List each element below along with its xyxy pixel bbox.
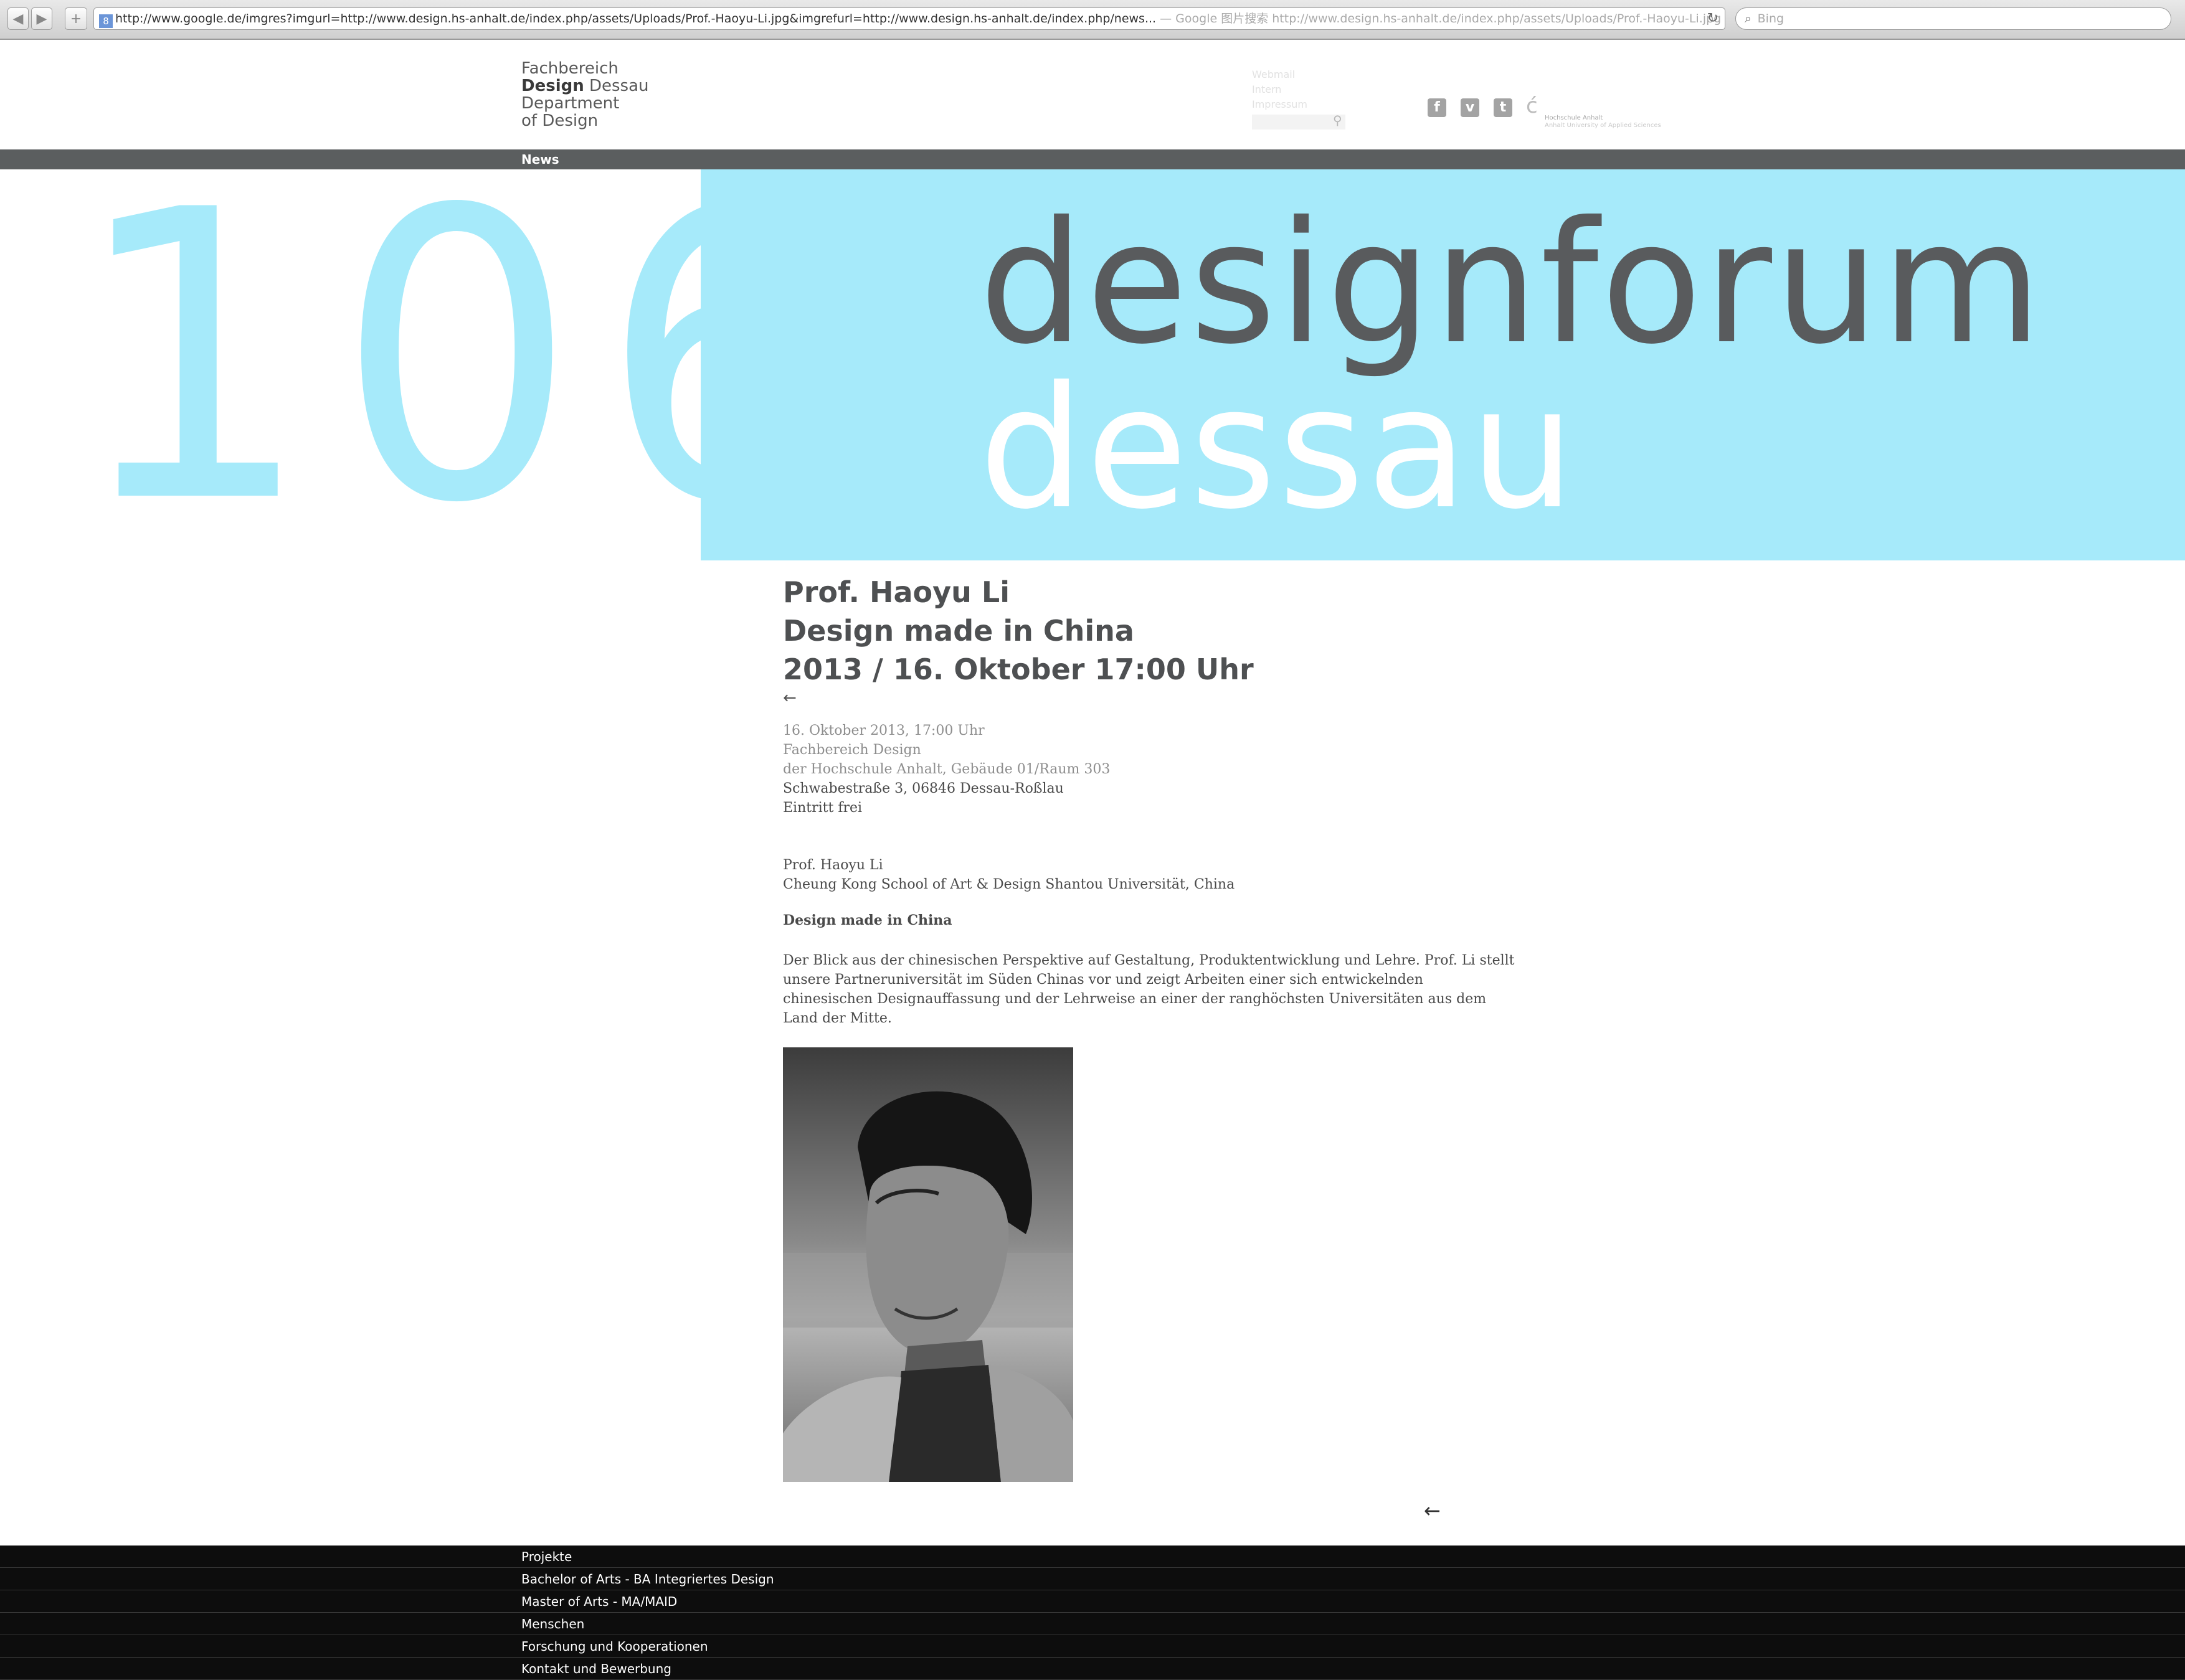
- event-address: Schwabestraße 3, 06846 Dessau-Roßlau: [783, 781, 1064, 796]
- url-text: http://www.google.de/imgres?imgurl=http:…: [115, 12, 1157, 26]
- speaker-portrait-photo: [783, 1047, 1073, 1482]
- event-admission: Eintritt frei: [783, 800, 863, 816]
- footer-item-bachelor[interactable]: Bachelor of Arts - BA Integriertes Desig…: [0, 1568, 2185, 1590]
- hochschule-subtitle: Anhalt University of Applied Sciences: [1545, 122, 1661, 129]
- new-tab-button[interactable]: +: [65, 7, 87, 30]
- browser-toolbar: ◀ ▶ + 8 http://www.google.de/imgres?imgur…: [0, 0, 2185, 40]
- hochschule-logo-icon[interactable]: ć: [1526, 93, 1538, 118]
- article-header: Prof. Haoyu Li Design made in China 2013…: [783, 573, 1468, 707]
- body-line: Der Blick aus der chinesischen Perspekti…: [783, 953, 1515, 968]
- webmail-link[interactable]: Webmail: [1252, 67, 1307, 82]
- favicon-icon: 8: [99, 14, 113, 28]
- event-room: der Hochschule Anhalt, Gebäude 01/Raum 3…: [783, 762, 1111, 777]
- body-line: unsere Partneruniversität im Süden China…: [783, 972, 1423, 988]
- hochschule-name: Hochschule Anhalt Anhalt University of A…: [1545, 115, 1661, 130]
- talk-title: Design made in China: [783, 912, 952, 928]
- article-body: Der Blick aus der chinesischen Perspekti…: [783, 951, 1515, 1028]
- event-date: 16. Oktober 2013, 17:00 Uhr: [783, 723, 985, 739]
- footer-item-forschung[interactable]: Forschung und Kooperationen: [0, 1635, 2185, 1658]
- event-department: Fachbereich Design: [783, 742, 921, 758]
- site-search-input[interactable]: [1252, 115, 1345, 130]
- body-line: chinesischen Designauffassung und der Le…: [783, 991, 1487, 1007]
- intern-link[interactable]: Intern: [1252, 82, 1307, 97]
- back-arrow-icon[interactable]: ←: [783, 689, 1468, 707]
- hero-title-dessau: dessau: [979, 350, 1577, 546]
- site-search-icon[interactable]: ⚲: [1333, 113, 1342, 128]
- headline-line-1: Prof. Haoyu Li: [783, 575, 1010, 609]
- footer-item-projekte[interactable]: Projekte: [0, 1546, 2185, 1568]
- reload-icon[interactable]: ↻: [1707, 8, 1718, 29]
- speaker-name: Prof. Haoyu Li: [783, 857, 883, 873]
- hochschule-title: Hochschule Anhalt: [1545, 115, 1603, 121]
- footer-item-master[interactable]: Master of Arts - MA/MAID: [0, 1590, 2185, 1613]
- forward-button[interactable]: ▶: [31, 7, 52, 30]
- browser-search-field[interactable]: ⌕ Bing: [1735, 7, 2171, 30]
- site-logo[interactable]: Fachbereich Design Dessau Department of …: [521, 60, 649, 130]
- url-separator: —: [1156, 12, 1176, 26]
- event-details: 16. Oktober 2013, 17:00 Uhr Fachbereich …: [783, 721, 1110, 818]
- footer-item-menschen[interactable]: Menschen: [0, 1613, 2185, 1635]
- footer-nav: Projekte Bachelor of Arts - BA Integrier…: [0, 1546, 2185, 1680]
- logo-line-2: Design Dessau: [521, 77, 649, 95]
- footer-item-kontakt[interactable]: Kontakt und Bewerbung: [0, 1658, 2185, 1680]
- impressum-link[interactable]: Impressum: [1252, 97, 1307, 112]
- speaker-affiliation: Cheung Kong School of Art & Design Shant…: [783, 877, 1235, 892]
- back-button[interactable]: ◀: [7, 7, 29, 30]
- utility-links: Webmail Intern Impressum: [1252, 67, 1307, 112]
- logo-line-3: Department: [521, 94, 620, 113]
- tumblr-icon[interactable]: t: [1494, 98, 1512, 117]
- search-placeholder: Bing: [1757, 12, 1784, 26]
- headline-line-3: 2013 / 16. Oktober 17:00 Uhr: [783, 653, 1254, 686]
- body-line: Land der Mitte.: [783, 1011, 892, 1026]
- speaker-info: Prof. Haoyu Li Cheung Kong School of Art…: [783, 856, 1235, 894]
- page-title-in-address: Google 图片搜索 http://www.design.hs-anhalt.…: [1175, 12, 1725, 26]
- search-icon: ⌕: [1745, 12, 1751, 26]
- facebook-icon[interactable]: f: [1428, 98, 1446, 117]
- logo-line-1: Fachbereich: [521, 59, 619, 78]
- headline-line-2: Design made in China: [783, 614, 1134, 648]
- address-bar[interactable]: 8 http://www.google.de/imgres?imgurl=http…: [93, 7, 1725, 30]
- bottom-back-arrow-icon[interactable]: ←: [1424, 1499, 1441, 1522]
- vimeo-icon[interactable]: v: [1461, 98, 1479, 117]
